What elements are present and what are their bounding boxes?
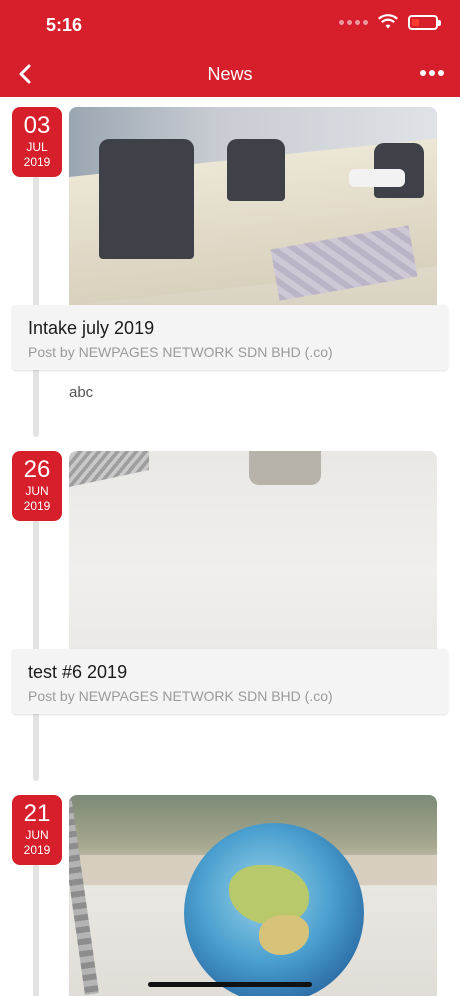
news-post[interactable]: 26 JUN 2019 test #6 2019 Post by NEWPAGE… <box>0 441 460 786</box>
post-title: Intake july 2019 <box>28 318 155 338</box>
status-time: 5:16 <box>46 15 83 35</box>
timeline-line <box>33 137 39 437</box>
date-badge: 26 JUN 2019 <box>12 451 62 521</box>
date-day: 21 <box>23 800 51 827</box>
post-title: test #6 2019 <box>28 662 128 682</box>
post-author: Post by NEWPAGES NETWORK SDN BHD (.co) <box>28 344 333 360</box>
date-year: 2019 <box>23 499 51 513</box>
date-year: 2019 <box>23 843 51 857</box>
post-image[interactable] <box>69 451 437 649</box>
timeline-line <box>33 481 39 781</box>
post-image[interactable] <box>69 107 437 305</box>
signal-icon <box>339 19 368 25</box>
news-feed[interactable]: 03 JUL 2019 Intake july 2019 Post by NEW… <box>0 97 460 996</box>
date-badge: 21 JUN 2019 <box>12 795 62 865</box>
battery-icon <box>408 14 441 30</box>
post-image[interactable] <box>69 795 437 996</box>
home-indicator[interactable] <box>148 982 312 987</box>
date-day: 03 <box>23 112 51 139</box>
date-day: 26 <box>23 456 51 483</box>
app-header: 5:16 News <box>0 0 460 97</box>
post-author: Post by NEWPAGES NETWORK SDN BHD (.co) <box>28 688 333 704</box>
post-card[interactable]: test #6 2019 Post by NEWPAGES NETWORK SD… <box>12 649 448 714</box>
status-icons <box>339 14 441 30</box>
date-year: 2019 <box>23 155 51 169</box>
post-card[interactable]: Intake july 2019 Post by NEWPAGES NETWOR… <box>12 305 448 370</box>
date-badge: 03 JUL 2019 <box>12 107 62 177</box>
date-month: JUN <box>25 484 49 498</box>
post-body: abc <box>69 384 94 401</box>
more-options-icon[interactable] <box>420 66 444 80</box>
date-month: JUL <box>26 140 48 154</box>
news-post[interactable]: 21 JUN 2019 <box>0 785 460 996</box>
wifi-icon <box>378 14 398 29</box>
page-title: News <box>207 64 253 84</box>
date-month: JUN <box>25 828 49 842</box>
news-post[interactable]: 03 JUL 2019 Intake july 2019 Post by NEW… <box>0 97 460 442</box>
